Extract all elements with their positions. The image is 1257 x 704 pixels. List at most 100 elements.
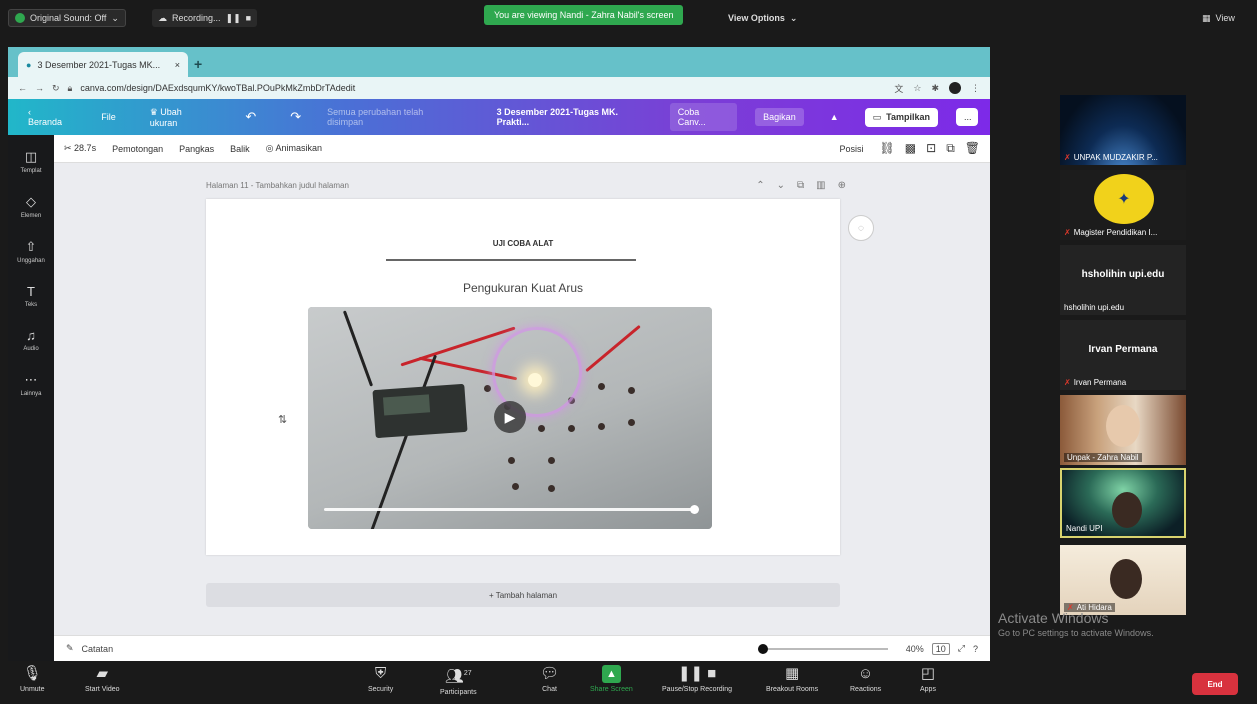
zoom-slider-knob[interactable] [757,643,768,654]
rail-item-more[interactable]: ⋯ Lainnya [20,372,41,397]
profile-avatar[interactable] [949,82,961,94]
flip-button[interactable]: Balik [230,144,250,154]
rail-item-audio[interactable]: ♫ Audio [23,328,38,352]
fullscreen-icon[interactable]: ⤢ [958,643,965,654]
security-button[interactable]: ⛨ Security [368,665,393,693]
browser-tab[interactable]: ● 3 Desember 2021-Tugas MK... × [18,52,188,77]
forward-icon[interactable]: → [35,83,44,93]
crop-button[interactable]: Pangkas [179,144,214,154]
rail-item-elements[interactable]: ◇ Elemen [21,194,41,219]
home-button[interactable]: ‹ Beranda [20,103,75,131]
lock-icon[interactable]: ⊡ [926,141,936,156]
participant-tile[interactable]: Unpak - Zahra Nabil [1060,395,1186,465]
new-tab-icon[interactable]: + [194,56,202,72]
chat-button[interactable]: 💬︎ Chat [540,665,559,693]
translate-icon[interactable]: 文 [894,82,903,95]
trim-button[interactable]: ✂ 28.7s [64,143,96,154]
present-button[interactable]: ▭ Tampilkan [864,107,938,127]
text-icon: T [27,284,35,299]
page-title-input[interactable]: Halaman 11 - Tambahkan judul halaman [206,181,349,190]
undo-icon[interactable]: ↶ [237,105,264,129]
reload-icon[interactable]: ↻ [52,83,60,94]
position-button[interactable]: Posisi [840,144,864,154]
lamp-image [528,373,542,387]
rotate-handle-icon[interactable]: ⇅ [278,413,287,426]
chat-label: Chat [542,686,557,693]
stop-icon[interactable]: ■ [246,13,251,23]
participant-label: ✗ UNPAK MUDZAKIR P... [1064,153,1158,162]
breakout-rooms-button[interactable]: ▦ Breakout Rooms [766,665,818,693]
zoom-level[interactable]: 40% [906,644,924,654]
crown-icon: ♛ [149,106,161,117]
link-icon[interactable]: ⛓ [880,141,895,156]
animate-button[interactable]: ◎ Animasikan [266,143,322,154]
rail-label: Teks [24,302,38,308]
chevron-up-icon[interactable]: ⌃ [756,180,764,191]
view-button[interactable]: ▦ View [1196,9,1241,27]
end-meeting-button[interactable]: End [1192,673,1238,695]
rail-item-text[interactable]: T Teks [25,284,37,308]
document-title[interactable]: 3 Desember 2021-Tugas MK. Prakti... [497,107,652,127]
shield-icon: ⛨ [375,665,387,682]
original-sound-button[interactable]: Original Sound: Off ⌄ [8,9,126,27]
notes-button[interactable]: Catatan [82,644,114,654]
share-button[interactable]: Bagikan [755,108,804,126]
start-video-button[interactable]: ▰ Start Video [85,665,120,693]
url-field[interactable]: canva.com/design/DAExdsqumKY/kwoTBal.POu… [80,83,355,93]
analytics-icon[interactable]: ▲ [822,108,847,126]
slide-canvas[interactable]: UJI COBA ALAT Pengukuran Kuat Arus ⇅ ▶ [206,199,840,555]
muted-mic-icon: ✗ [1064,153,1071,162]
video-element[interactable]: ▶ [308,307,712,529]
pause-stop-recording-button[interactable]: ❚❚ ■ Pause/Stop Recording [662,665,732,693]
duplicate-page-icon[interactable]: ⧉ [797,180,804,191]
assistant-bubble-icon[interactable]: ◌ [848,215,874,241]
apps-button[interactable]: ◰ Apps [920,665,936,693]
extensions-icon[interactable]: ✱ [931,83,939,94]
view-options-button[interactable]: View Options ⌄ [722,9,803,27]
participant-tile[interactable]: ✗ UNPAK MUDZAKIR P... [1060,95,1186,165]
participant-tile[interactable]: hsholihin upi.edu hsholihin upi.edu [1060,245,1186,315]
back-icon[interactable]: ← [18,83,27,93]
page-count-button[interactable]: 10 [931,642,950,655]
rail-item-uploads[interactable]: ⇧ Unggahan [17,239,45,264]
file-menu[interactable]: File [93,108,124,126]
address-bar-actions: 文 ☆ ✱ ⋮ [894,82,980,95]
breakout-label: Breakout Rooms [766,686,819,693]
zoom-slider[interactable] [757,643,888,654]
slide-title[interactable]: Pengukuran Kuat Arus [206,281,840,295]
transparency-icon[interactable]: ▩ [905,141,916,156]
try-canva-pro-button[interactable]: Coba Canv... [669,103,738,131]
participant-tile-active-speaker[interactable]: Nandi UPI [1060,468,1186,538]
reactions-button[interactable]: ☺ Reactions [850,665,881,693]
participant-tile[interactable]: Irvan Permana ✗ Irvan Permana [1060,320,1186,390]
resize-button[interactable]: ♛ Ubah ukuran [142,103,220,132]
rail-item-templates[interactable]: ◫ Templat [20,149,41,174]
participants-button[interactable]: 👥︎27 Participants [440,665,477,696]
adjust-button[interactable]: Pemotongan [112,144,163,154]
recording-indicator[interactable]: ☁ Recording... ❚❚ ■ [152,9,258,27]
duplicate-icon[interactable]: ⧉ [946,141,955,156]
participant-tile[interactable]: ✦ ✗ Magister Pendidikan I... [1060,170,1186,240]
delete-page-icon[interactable]: ▥ [816,180,825,191]
video-progress-bar[interactable] [324,505,699,514]
pause-icon[interactable]: ❚❚ [226,13,241,24]
chevron-down-icon[interactable]: ⌄ [777,180,785,191]
add-page-icon[interactable]: ⊕ [838,180,846,191]
participant-name: UNPAK MUDZAKIR P... [1073,153,1158,162]
participant-tile[interactable]: ✗ Ati Hidara [1060,545,1186,615]
redo-icon[interactable]: ↷ [282,105,309,129]
slide-heading[interactable]: UJI COBA ALAT [206,239,840,248]
canva-top-bar: ‹ Beranda File ♛ Ubah ukuran ↶ ↷ Semua p… [8,99,990,135]
play-icon[interactable]: ▶ [494,401,526,433]
unmute-button[interactable]: 🎙︎ Unmute [20,665,45,693]
trash-icon[interactable]: 🗑︎ [965,141,980,156]
add-page-button[interactable]: + Tambah halaman [206,583,840,607]
close-icon[interactable]: × [175,60,180,70]
star-icon[interactable]: ☆ [913,83,921,94]
more-options-button[interactable]: ... [956,108,978,126]
video-scrubber[interactable] [690,505,699,514]
share-screen-button[interactable]: ▲ Share Screen [590,665,633,693]
canva-editor: ◫ Templat ◇ Elemen ⇧ Unggahan T Teks ♫ A… [8,135,990,661]
help-icon[interactable]: ? [973,644,978,654]
menu-icon[interactable]: ⋮ [971,83,980,94]
